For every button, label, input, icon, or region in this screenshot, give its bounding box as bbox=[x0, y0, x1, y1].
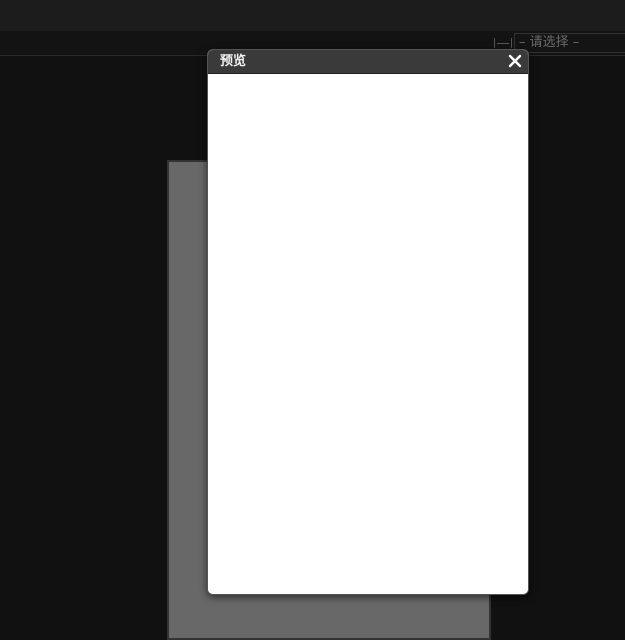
top-bar bbox=[0, 0, 625, 31]
preview-dialog: 预览 bbox=[207, 49, 529, 595]
dialog-title: 预览 bbox=[220, 54, 247, 69]
close-icon[interactable] bbox=[506, 52, 524, 70]
dialog-header[interactable]: 预览 bbox=[208, 50, 528, 74]
page-size-select[interactable]: – 请选择 – bbox=[514, 33, 625, 53]
preview-content-area bbox=[208, 74, 528, 594]
width-arrows-icon bbox=[494, 37, 512, 49]
